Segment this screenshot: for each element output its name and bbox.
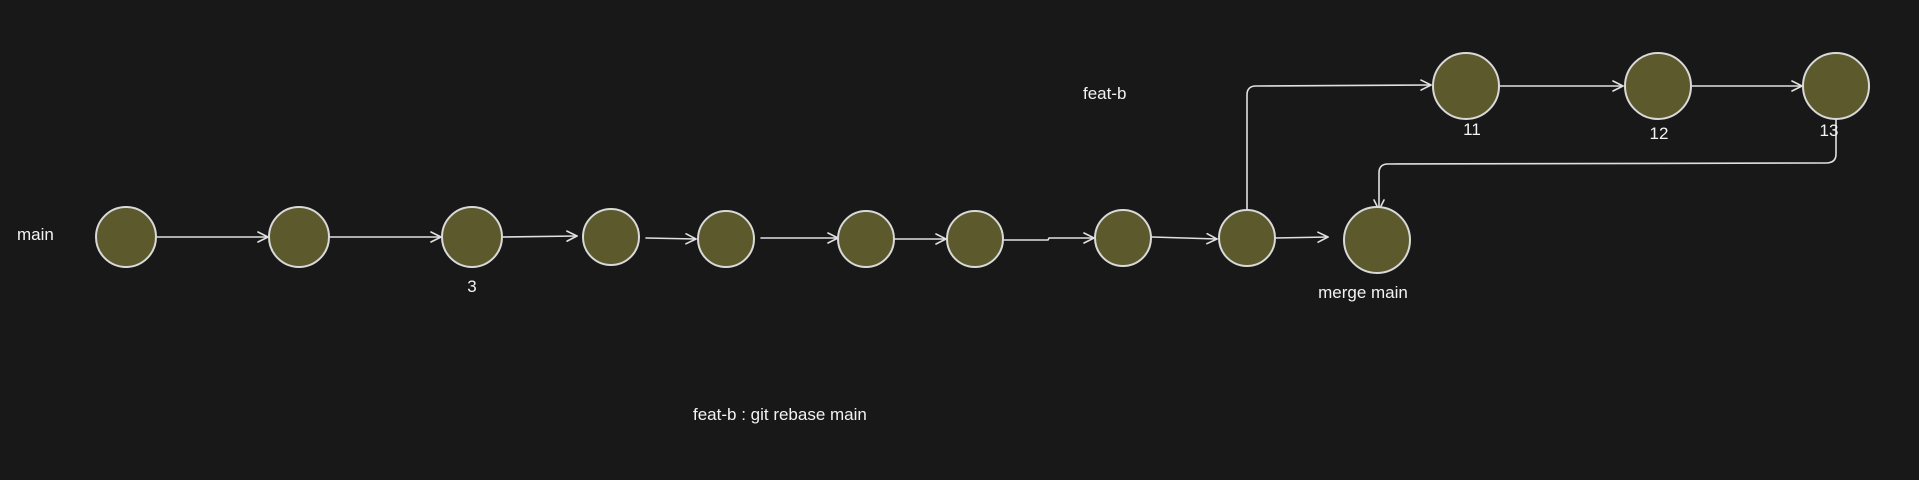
commit-node-12[interactable] [1624, 52, 1692, 120]
commit-node-main-5[interactable] [697, 210, 755, 268]
edge-main-4-5 [645, 233, 697, 245]
commit-label-3: 3 [467, 277, 476, 296]
commit-node-main-9[interactable] [1218, 209, 1276, 267]
main-branch-label: main [17, 225, 54, 244]
edge-main-3-4 [501, 230, 578, 242]
edge-main-8-9 [1151, 232, 1218, 245]
commit-node-main-8[interactable] [1094, 209, 1152, 267]
merge-main-label: merge main [1318, 283, 1408, 302]
commit-label-11: 11 [1463, 120, 1481, 139]
commit-node-13[interactable] [1802, 52, 1870, 120]
edge-main-9-out [1274, 231, 1329, 243]
commit-node-merge[interactable] [1343, 206, 1411, 274]
commit-node-main-4[interactable] [582, 208, 640, 266]
commit-label-13: 13 [1820, 121, 1839, 140]
commit-node-main-7[interactable] [946, 210, 1004, 268]
commit-node-main-1[interactable] [95, 206, 157, 268]
rebase-command-label: feat-b : git rebase main [693, 405, 867, 424]
commit-node-main-2[interactable] [268, 206, 330, 268]
commit-node-main-3[interactable] [441, 206, 503, 268]
feat-branch-label: feat-b [1083, 84, 1126, 103]
edge-feat-13-merge [1373, 117, 1837, 211]
commit-node-11[interactable] [1432, 52, 1500, 120]
edge-branch-up [1246, 79, 1432, 210]
git-branch-diagram: main feat-b 3 11 12 13 merge main feat-b… [17, 52, 1870, 424]
commit-node-main-6[interactable] [837, 210, 895, 268]
edge-main-7-8 [1002, 232, 1095, 244]
commit-label-12: 12 [1650, 124, 1669, 143]
